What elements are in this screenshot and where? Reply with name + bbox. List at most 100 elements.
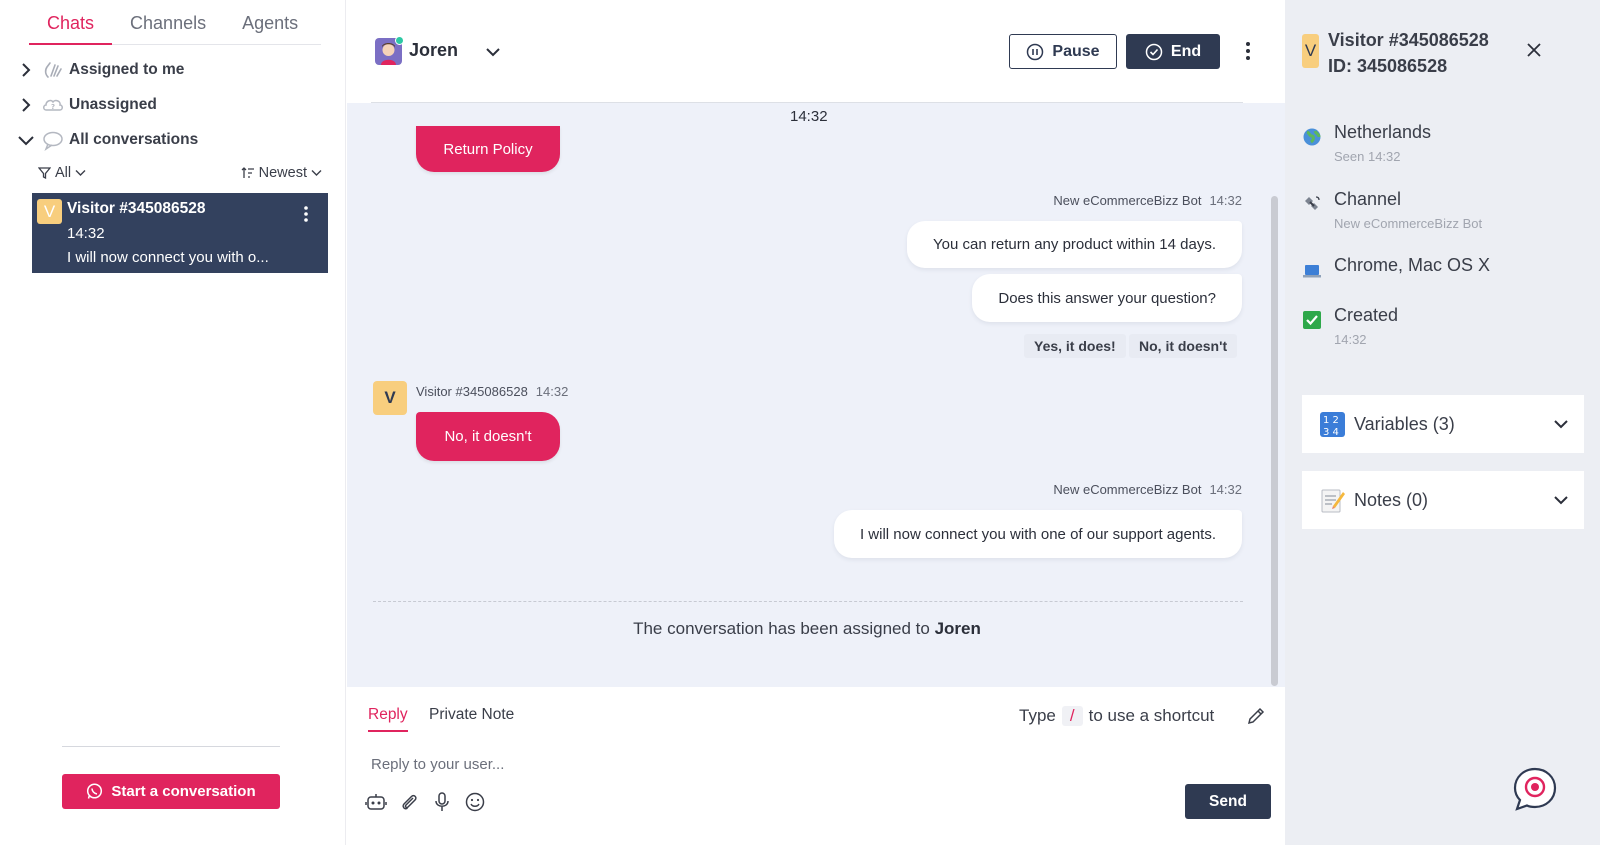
channel-label: Channel	[1334, 189, 1402, 209]
tab-chats[interactable]: Chats	[29, 10, 113, 45]
visitor-id: ID: 345086528	[1328, 56, 1448, 76]
send-button[interactable]: Send	[1185, 784, 1271, 819]
variables-label: Variables (3)	[1354, 413, 1455, 434]
sidebar-tabs: Chats Channels Agents	[29, 10, 321, 45]
notes-label: Notes (0)	[1354, 489, 1429, 510]
time-divider: 14:32	[790, 108, 828, 125]
bot-sender: New eCommerceBizz Bot	[1053, 193, 1202, 208]
chat-main: Joren Pause End 14:32 Return Policy New …	[347, 0, 1285, 845]
svg-text:1 2: 1 2	[1323, 415, 1339, 426]
agent-dropdown-chevron-icon[interactable]	[484, 43, 502, 61]
assignment-divider	[373, 601, 1243, 602]
svg-text:3 4: 3 4	[1323, 427, 1339, 438]
tree-item-unassigned[interactable]: ? Unassigned	[16, 91, 157, 119]
tree-label-assigned: Assigned to me	[69, 61, 185, 78]
more-options-icon[interactable]	[1243, 40, 1253, 62]
notes-accordion[interactable]: Notes (0)	[1302, 471, 1584, 529]
chat-scrollbar[interactable]	[1271, 196, 1278, 686]
quick-reply-yes[interactable]: Yes, it does!	[1024, 334, 1126, 358]
reply-composer: Reply Private Note Type / to use a short…	[347, 687, 1285, 845]
satellite-icon	[1305, 196, 1320, 210]
sort-icon	[241, 167, 254, 178]
tab-agents[interactable]: Agents	[224, 10, 316, 45]
bot-message-bubble: You can return any product within 14 day…	[907, 221, 1242, 268]
speech-bubble-icon	[42, 129, 64, 151]
conversation-time: 14:32	[67, 225, 105, 242]
bot-sender: New eCommerceBizz Bot	[1053, 482, 1202, 497]
chevron-right-icon	[16, 60, 36, 80]
tab-private-note[interactable]: Private Note	[429, 706, 514, 724]
filter-bar: All Newest	[38, 165, 328, 187]
end-button[interactable]: End	[1126, 34, 1220, 69]
visitor-title: Visitor #345086528 ID: 345086528	[1328, 27, 1489, 79]
browser-label: Chrome, Mac OS X	[1334, 255, 1491, 275]
bot-icon[interactable]	[365, 791, 387, 813]
emoji-icon[interactable]	[464, 791, 486, 813]
filter-all-dropdown[interactable]: All	[38, 165, 86, 181]
filter-all-label: All	[55, 165, 72, 181]
bot-message-bubble: I will now connect you with one of our s…	[833, 510, 1242, 558]
pause-label: Pause	[1052, 42, 1100, 60]
conversation-name: Visitor #345086528	[67, 200, 206, 217]
tab-reply[interactable]: Reply	[368, 706, 408, 732]
chevron-down-icon	[16, 130, 36, 150]
help-chat-icon[interactable]	[1513, 767, 1557, 811]
channel-sub: New eCommerceBizz Bot	[1334, 216, 1483, 231]
visitor-message-bubble: No, it doesn't	[416, 412, 560, 461]
close-icon[interactable]	[1526, 42, 1542, 58]
chat-header: Joren Pause End	[347, 0, 1285, 103]
assigned-agent-name: Joren	[934, 619, 981, 638]
visitor-message-meta: Visitor #345086528 14:32	[416, 384, 568, 399]
bot-message-meta: New eCommerceBizz Bot 14:32	[1053, 193, 1242, 208]
return-policy-message: Return Policy	[416, 126, 560, 172]
conversation-list-item[interactable]: V Visitor #345086528 14:32 I will now co…	[32, 193, 328, 273]
variables-accordion[interactable]: 1 23 4 Variables (3)	[1302, 395, 1584, 453]
end-label: End	[1170, 42, 1202, 60]
wave-hand-icon	[42, 59, 64, 81]
filter-icon	[38, 167, 51, 179]
pause-icon	[1027, 43, 1044, 60]
sort-dropdown[interactable]: Newest	[241, 165, 322, 181]
numbers-icon: 1 23 4	[1320, 411, 1345, 438]
chevron-down-icon	[1554, 420, 1568, 429]
assignment-notice: The conversation has been assigned to Jo…	[347, 619, 1267, 639]
shortcut-hint: Type / to use a shortcut	[1019, 706, 1214, 726]
check-circle-icon	[1145, 43, 1163, 60]
visitor-avatar: V	[373, 381, 407, 415]
created-sub: 14:32	[1334, 332, 1367, 347]
pause-button[interactable]: Pause	[1009, 34, 1117, 69]
chevron-right-icon	[16, 95, 36, 115]
bot-time: 14:32	[1209, 482, 1242, 497]
bot-message-meta: New eCommerceBizz Bot 14:32	[1053, 482, 1242, 497]
quick-reply-no[interactable]: No, it doesn't	[1129, 334, 1238, 358]
chat-history: 14:32 Return Policy New eCommerceBizz Bo…	[347, 103, 1285, 687]
question-cloud-icon: ?	[42, 94, 64, 116]
online-status-dot	[395, 36, 404, 45]
more-vertical-icon[interactable]	[302, 205, 310, 223]
memo-icon	[1321, 489, 1345, 512]
country-label: Netherlands	[1334, 122, 1432, 142]
chevron-down-icon	[75, 170, 86, 176]
visitor-avatar: V	[1302, 34, 1319, 68]
tab-channels[interactable]: Channels	[112, 10, 224, 45]
start-conversation-label: Start a conversation	[111, 783, 256, 800]
visitor-sender: Visitor #345086528	[416, 384, 528, 399]
conversation-preview: I will now connect you with o...	[67, 249, 269, 266]
visitor-name: Visitor #345086528	[1328, 30, 1489, 50]
sort-label: Newest	[258, 165, 307, 181]
tree-item-assigned[interactable]: Assigned to me	[16, 56, 184, 84]
attachment-icon[interactable]	[398, 791, 420, 813]
start-conversation-button[interactable]: Start a conversation	[62, 774, 280, 809]
check-box-icon	[1303, 311, 1321, 329]
created-label: Created	[1334, 305, 1399, 325]
tree-item-all[interactable]: All conversations	[16, 126, 198, 154]
tree-label-all: All conversations	[69, 131, 199, 148]
reply-input[interactable]	[371, 753, 971, 775]
visitor-info-panel: V Visitor #345086528 ID: 345086528 Nethe…	[1285, 0, 1600, 845]
pencil-icon[interactable]	[1246, 706, 1266, 726]
bot-time: 14:32	[1209, 193, 1242, 208]
avatar: V	[37, 199, 62, 224]
shortcut-key: /	[1061, 706, 1083, 726]
tree-label-unassigned: Unassigned	[69, 96, 157, 113]
microphone-icon[interactable]	[431, 791, 453, 813]
